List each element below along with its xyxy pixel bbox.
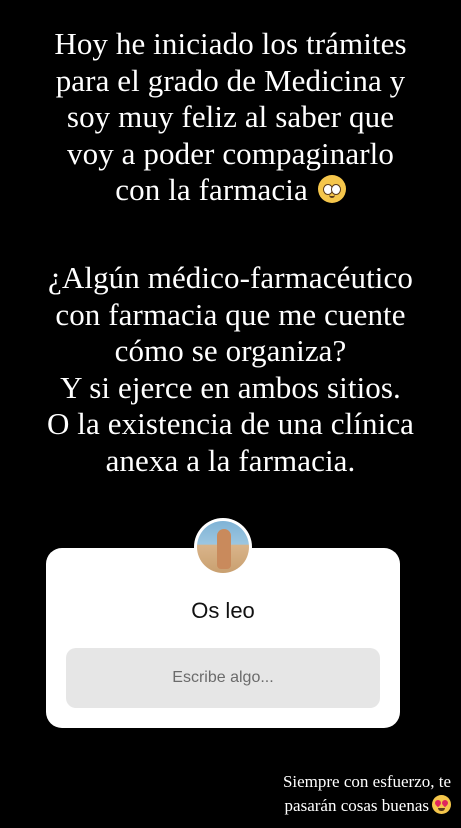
story-line: ¿Algún médico-farmacéutico: [48, 260, 413, 295]
heart-eyes-emoji-icon: [432, 795, 451, 814]
pleading-face-emoji-icon: [317, 175, 346, 203]
question-sticker-title: Os leo: [191, 598, 255, 623]
story-line: O la existencia de una clínica: [46, 406, 415, 441]
story-line: anexa a la farmacia.: [105, 442, 356, 478]
avatar[interactable]: [194, 518, 252, 576]
question-answer-input[interactable]: [66, 648, 380, 708]
story-line-last: con la farmacia: [0, 172, 461, 209]
story-line-text: con la farmacia: [115, 172, 308, 207]
story-line: soy muy feliz al saber que: [66, 99, 395, 134]
story-line: Y si ejerce en ambos sitios.: [60, 369, 401, 405]
caption-line-last: pasarán cosas buenas: [283, 794, 451, 818]
story-line: voy a poder compaginarlo: [67, 135, 394, 171]
story-line: Hoy he iniciado los trámites: [54, 26, 407, 61]
profile-photo: [197, 521, 249, 573]
story-line: cómo se organiza?: [114, 333, 347, 368]
story-line: con farmacia que me cuente: [55, 296, 406, 332]
caption-line: Siempre con esfuerzo, te: [282, 772, 451, 791]
story-paragraph-1: Hoy he iniciado los trámites para el gra…: [0, 26, 461, 209]
story-paragraph-2: ¿Algún médico-farmacéutico con farmacia …: [0, 260, 461, 479]
caption-line-text: pasarán cosas buenas: [284, 796, 429, 815]
caption-text: Siempre con esfuerzo, te pasarán cosas b…: [283, 770, 451, 818]
story-line: para el grado de Medicina y: [55, 62, 406, 98]
